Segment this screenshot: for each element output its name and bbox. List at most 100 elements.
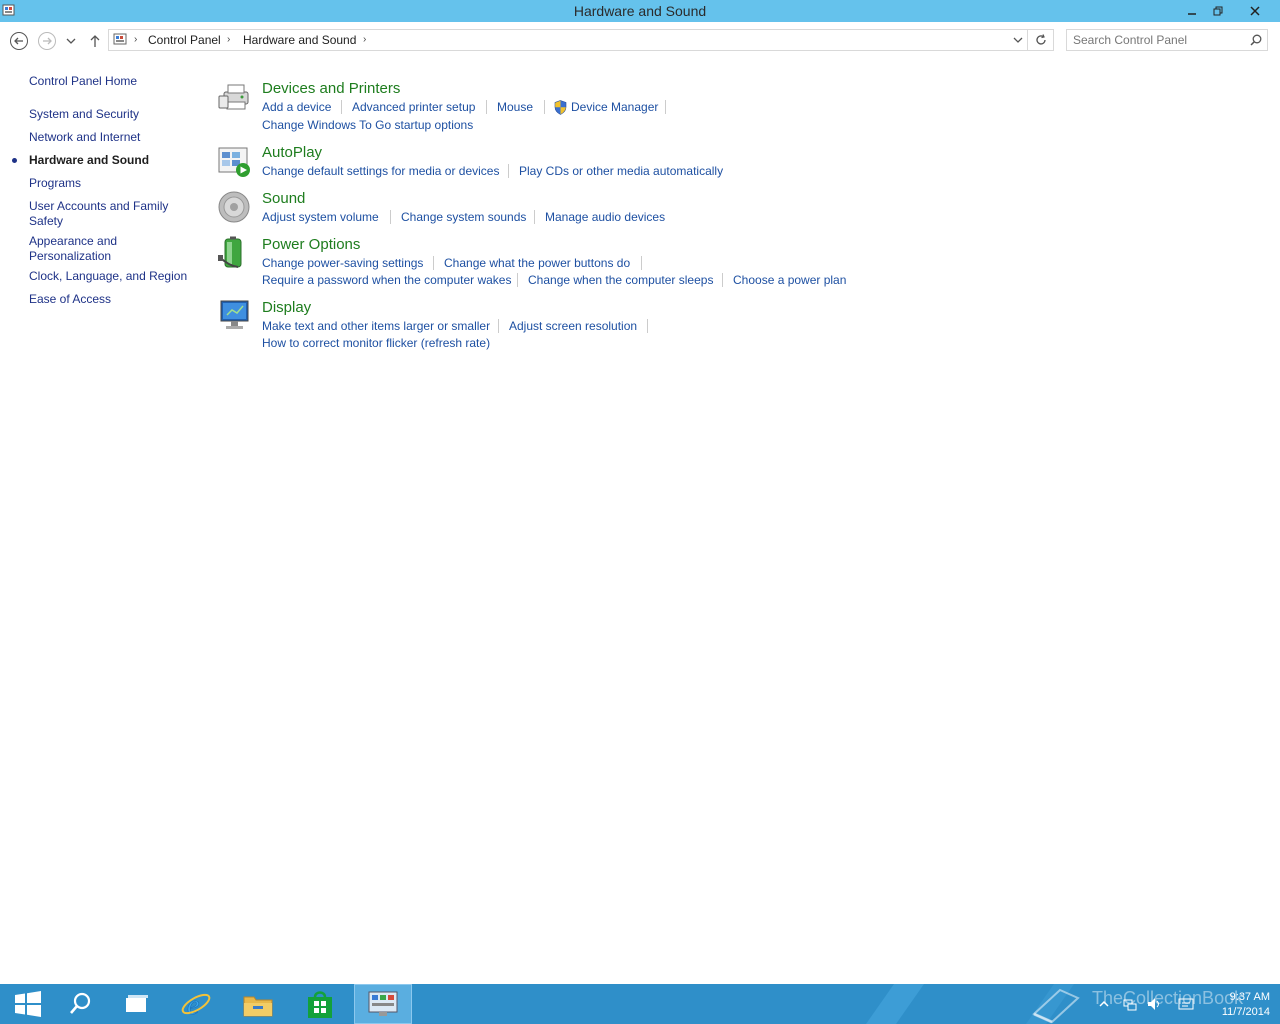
printer-icon bbox=[218, 84, 249, 110]
sidebar-item-ease-of-access[interactable]: Ease of Access bbox=[29, 292, 194, 307]
choose-power-plan-link[interactable]: Choose a power plan bbox=[733, 273, 846, 287]
link-separator bbox=[647, 319, 648, 333]
device-manager-link[interactable]: Device Manager bbox=[571, 100, 658, 114]
store-button[interactable] bbox=[292, 984, 348, 1024]
monitor-icon bbox=[220, 300, 249, 329]
mouse-link[interactable]: Mouse bbox=[497, 100, 533, 114]
active-item-bullet-icon bbox=[12, 158, 17, 163]
speaker-icon bbox=[218, 191, 250, 223]
manage-audio-devices-link[interactable]: Manage audio devices bbox=[545, 210, 665, 224]
sidebar-item-user-accounts[interactable]: User Accounts and Family Safety bbox=[29, 199, 194, 229]
navigation-bar: › Control Panel › Hardware and Sound › bbox=[0, 22, 1280, 58]
breadcrumb-hardware-and-sound[interactable]: Hardware and Sound bbox=[243, 33, 356, 47]
link-separator bbox=[433, 256, 434, 270]
refresh-icon bbox=[1035, 34, 1046, 45]
restore-button[interactable] bbox=[1206, 0, 1230, 22]
close-icon bbox=[1250, 6, 1260, 16]
change-default-media-settings-link[interactable]: Change default settings for media or dev… bbox=[262, 164, 499, 178]
power-options-heading[interactable]: Power Options bbox=[262, 236, 360, 253]
change-sleep-time-link[interactable]: Change when the computer sleeps bbox=[528, 273, 713, 287]
sound-heading[interactable]: Sound bbox=[262, 190, 305, 207]
search-icon bbox=[70, 992, 91, 1014]
svg-text:e: e bbox=[187, 990, 199, 1020]
refresh-button[interactable] bbox=[1028, 29, 1054, 51]
sidebar-item-programs[interactable]: Programs bbox=[29, 176, 194, 191]
monitor-flicker-link[interactable]: How to correct monitor flicker (refresh … bbox=[262, 336, 490, 350]
taskbar-decoration bbox=[865, 984, 925, 1024]
forward-button[interactable] bbox=[37, 31, 57, 51]
up-button[interactable] bbox=[85, 31, 105, 51]
link-separator bbox=[665, 100, 666, 114]
file-explorer-button[interactable] bbox=[230, 984, 286, 1024]
sidebar-item-clock-language-region[interactable]: Clock, Language, and Region bbox=[29, 269, 194, 284]
minimize-icon bbox=[1188, 13, 1196, 15]
link-separator bbox=[486, 100, 487, 114]
control-panel-home-link[interactable]: Control Panel Home bbox=[29, 74, 194, 89]
battery-icon bbox=[218, 236, 242, 268]
adjust-system-volume-link[interactable]: Adjust system volume bbox=[262, 210, 379, 224]
breadcrumb-separator-icon[interactable]: › bbox=[363, 34, 366, 45]
taskbar: e TheCollectionBook 9:37 AM 11/7/2014 bbox=[0, 984, 1280, 1024]
autoplay-heading[interactable]: AutoPlay bbox=[262, 144, 322, 161]
start-button[interactable] bbox=[0, 984, 56, 1024]
taskbar-clock[interactable]: 9:37 AM 11/7/2014 bbox=[1200, 990, 1270, 1020]
play-cds-automatically-link[interactable]: Play CDs or other media automatically bbox=[519, 164, 723, 178]
network-icon[interactable] bbox=[1122, 996, 1138, 1012]
search-taskbar-button[interactable] bbox=[52, 984, 108, 1024]
search-icon[interactable] bbox=[1250, 34, 1262, 46]
uac-shield-icon bbox=[554, 100, 567, 115]
control-panel-icon bbox=[368, 991, 398, 1016]
up-arrow-icon bbox=[90, 35, 100, 47]
title-bar: Hardware and Sound bbox=[0, 0, 1280, 22]
recent-locations-button[interactable] bbox=[63, 31, 79, 51]
windows-to-go-startup-link[interactable]: Change Windows To Go startup options bbox=[262, 118, 473, 132]
make-text-larger-link[interactable]: Make text and other items larger or smal… bbox=[262, 319, 490, 333]
autoplay-icon bbox=[218, 147, 250, 177]
control-panel-location-icon bbox=[113, 33, 127, 45]
chevron-down-icon bbox=[66, 38, 76, 44]
sidebar-item-system-and-security[interactable]: System and Security bbox=[29, 107, 194, 122]
clock-date: 11/7/2014 bbox=[1221, 1006, 1270, 1018]
show-hidden-icons-chevron-icon[interactable] bbox=[1096, 996, 1112, 1012]
breadcrumb-control-panel[interactable]: Control Panel bbox=[148, 33, 221, 47]
link-separator bbox=[498, 319, 499, 333]
advanced-printer-setup-link[interactable]: Advanced printer setup bbox=[352, 100, 475, 114]
adjust-screen-resolution-link[interactable]: Adjust screen resolution bbox=[509, 319, 637, 333]
breadcrumb-separator-icon[interactable]: › bbox=[227, 34, 230, 45]
require-password-on-wake-link[interactable]: Require a password when the computer wak… bbox=[262, 273, 511, 287]
windows-logo-icon bbox=[15, 991, 41, 1017]
link-separator bbox=[517, 273, 518, 287]
action-center-icon[interactable] bbox=[1178, 996, 1194, 1012]
minimize-button[interactable] bbox=[1180, 0, 1204, 22]
back-arrow-icon bbox=[10, 32, 28, 50]
power-buttons-link[interactable]: Change what the power buttons do bbox=[444, 256, 630, 270]
search-input[interactable] bbox=[1073, 32, 1243, 48]
change-system-sounds-link[interactable]: Change system sounds bbox=[401, 210, 526, 224]
internet-explorer-button[interactable]: e bbox=[168, 984, 224, 1024]
volume-icon[interactable] bbox=[1146, 996, 1162, 1012]
sidebar-item-appearance[interactable]: Appearance and Personalization bbox=[29, 234, 194, 264]
link-separator bbox=[508, 164, 509, 178]
sidebar-item-hardware-and-sound: Hardware and Sound bbox=[29, 153, 150, 167]
link-separator bbox=[722, 273, 723, 287]
sidebar-item-network-and-internet[interactable]: Network and Internet bbox=[29, 130, 194, 145]
window-title: Hardware and Sound bbox=[573, 3, 707, 19]
change-power-saving-settings-link[interactable]: Change power-saving settings bbox=[262, 256, 423, 270]
display-heading[interactable]: Display bbox=[262, 299, 311, 316]
task-view-button[interactable] bbox=[108, 984, 164, 1024]
close-button[interactable] bbox=[1232, 0, 1278, 22]
link-separator bbox=[341, 100, 342, 114]
folder-icon bbox=[243, 996, 273, 1017]
breadcrumb-separator-icon[interactable]: › bbox=[134, 34, 137, 45]
address-dropdown-icon[interactable] bbox=[1013, 36, 1023, 44]
forward-arrow-icon bbox=[38, 32, 56, 50]
control-panel-taskbar-button[interactable] bbox=[354, 984, 412, 1024]
task-view-icon bbox=[126, 995, 148, 1012]
internet-explorer-icon: e bbox=[181, 990, 211, 1020]
search-box[interactable] bbox=[1066, 29, 1268, 51]
address-bar[interactable]: › Control Panel › Hardware and Sound › bbox=[108, 29, 1028, 51]
back-button[interactable] bbox=[9, 31, 29, 51]
devices-and-printers-heading[interactable]: Devices and Printers bbox=[262, 80, 400, 97]
store-icon bbox=[308, 991, 332, 1018]
add-a-device-link[interactable]: Add a device bbox=[262, 100, 331, 114]
